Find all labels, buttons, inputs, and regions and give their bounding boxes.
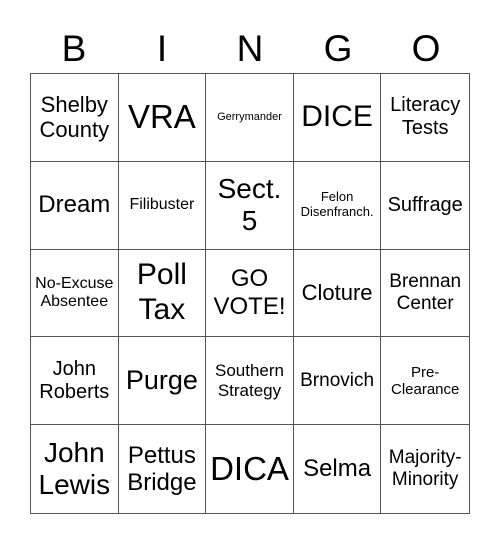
header-letter-b: B [61, 28, 87, 69]
bingo-cell[interactable]: No-Excuse Absentee [31, 249, 119, 338]
header-letter-o: O [411, 28, 441, 69]
header-letter-n: N [236, 28, 264, 69]
bingo-cell[interactable]: Pettus Bridge [119, 425, 207, 513]
bingo-cell[interactable]: Felon Disenfranch. [293, 161, 382, 250]
bingo-cell[interactable]: Purge [118, 337, 207, 426]
bingo-cell[interactable]: DICA [206, 425, 294, 513]
bingo-cell[interactable]: Gerrymander [206, 74, 294, 162]
bingo-cell[interactable]: John Lewis [31, 425, 119, 513]
bingo-cell[interactable]: Pre-Clearance [381, 337, 469, 426]
bingo-cell[interactable]: Brennan Center [381, 250, 469, 338]
bingo-cell[interactable]: Shelby County [31, 74, 119, 162]
bingo-cell[interactable]: Majority-Minority [381, 425, 469, 513]
bingo-header: B I N G O [30, 26, 470, 72]
bingo-cell[interactable]: Poll Tax [118, 249, 207, 338]
header-letter-g: G [323, 28, 353, 69]
bingo-cell[interactable]: Cloture [293, 249, 382, 338]
bingo-cell[interactable]: Selma [294, 425, 382, 513]
bingo-cell[interactable]: Literacy Tests [381, 74, 469, 162]
bingo-cell[interactable]: Brnovich [293, 337, 382, 426]
bingo-grid: Shelby County VRA Gerrymander DICE Liter… [30, 73, 470, 514]
bingo-cell[interactable]: Filibuster [118, 161, 207, 250]
bingo-cell[interactable]: DICE [293, 74, 382, 162]
bingo-cell[interactable]: VRA [118, 74, 207, 162]
header-letter-i: I [156, 28, 168, 69]
bingo-cell[interactable]: John Roberts [31, 337, 119, 426]
bingo-cell[interactable]: Sect. 5 [206, 161, 294, 250]
bingo-cell[interactable]: Dream [31, 161, 119, 250]
bingo-cell[interactable]: Suffrage [381, 162, 469, 250]
bingo-cell[interactable]: GO VOTE! [206, 249, 294, 338]
bingo-cell[interactable]: Southern Strategy [206, 337, 294, 426]
